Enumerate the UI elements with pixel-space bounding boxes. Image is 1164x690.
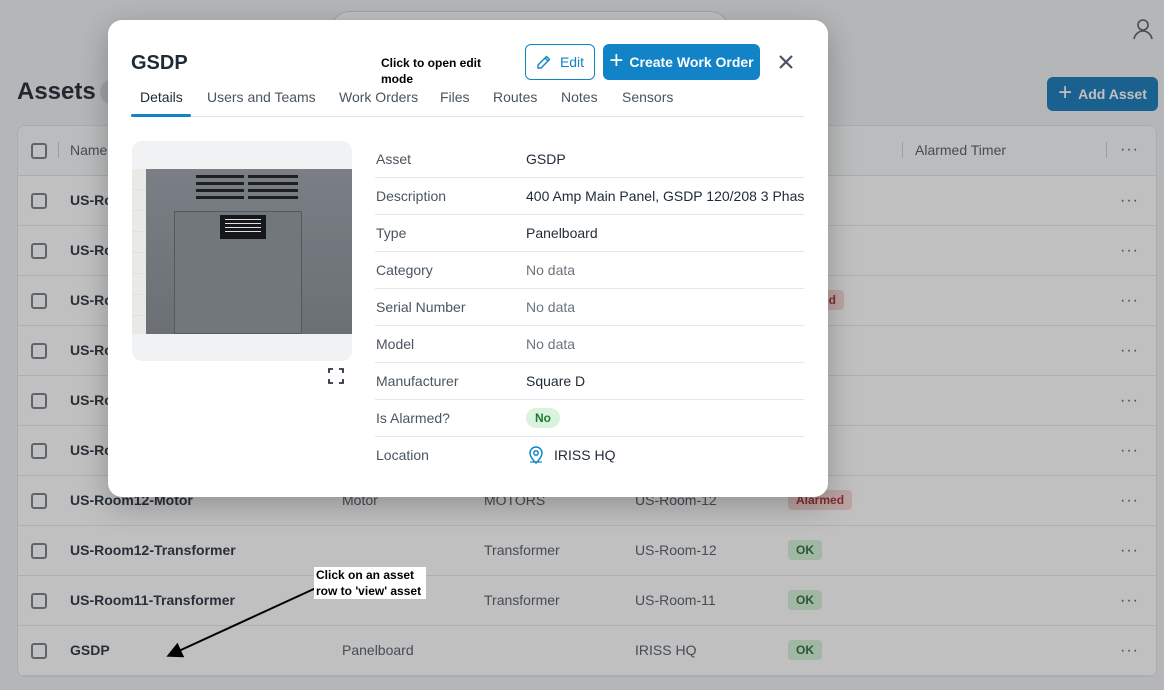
detail-value: GSDP [526,151,566,167]
close-icon [779,55,793,69]
detail-row-location: Location IRISS HQ [375,437,804,474]
plus-icon: + [609,47,624,74]
detail-label: Category [376,262,433,278]
modal-title: GSDP [131,52,188,74]
asset-image-card [132,141,352,361]
asset-photo[interactable] [132,169,352,334]
status-badge: No [526,408,560,428]
tab-sensors[interactable]: Sensors [622,89,673,105]
detail-row-description: Description 400 Amp Main Panel, GSDP 120… [375,178,804,215]
close-button[interactable] [774,50,798,74]
location-pin-icon [529,446,543,465]
row-annotation: Click on an asset row to 'view' asset [314,567,426,599]
tab-users-and-teams[interactable]: Users and Teams [207,89,316,105]
asset-detail-modal: GSDP Edit + Create Work Order Details Us… [108,20,828,497]
edit-label: Edit [559,54,585,70]
detail-value: Square D [526,373,586,389]
detail-label: Model [376,336,415,352]
modal-tabs: Details Users and Teams Work Orders File… [131,88,804,117]
detail-label: Type [376,225,407,241]
detail-label: Serial Number [376,299,466,315]
photo-vent [196,189,244,192]
location-text: IRISS HQ [554,447,616,463]
tab-work-orders[interactable]: Work Orders [339,89,418,105]
detail-row-is-alarmed: Is Alarmed? No [375,400,804,437]
photo-warning-label [220,215,266,239]
location-value[interactable]: IRISS HQ [526,445,615,465]
detail-label: Is Alarmed? [376,410,450,426]
edit-button[interactable]: Edit [525,44,595,80]
photo-vent [196,196,244,199]
photo-vent [196,175,244,178]
detail-label: Location [376,447,429,463]
active-tab-indicator [131,114,191,117]
photo-vent [196,182,244,185]
detail-row-category: Category No data [375,252,804,289]
detail-row-type: Type Panelboard [375,215,804,252]
detail-row-asset: Asset GSDP [375,141,804,178]
tab-files[interactable]: Files [440,89,470,105]
pencil-icon [537,55,551,69]
detail-value: No data [526,299,576,315]
detail-label: Description [376,188,447,204]
tab-routes[interactable]: Routes [493,89,537,105]
detail-row-serial-number: Serial Number No data [375,289,804,326]
detail-value: No data [526,262,576,278]
edit-annotation: Click to open edit mode [379,55,489,87]
create-work-order-label: Create Work Order [629,54,754,70]
photo-vent [248,182,298,185]
detail-value: No data [526,336,576,352]
expand-icon[interactable] [328,368,344,384]
photo-vent [248,189,298,192]
detail-value: Panelboard [526,225,598,241]
photo-vent [248,196,298,199]
detail-value: 400 Amp Main Panel, GSDP 120/208 3 Phase [526,188,804,204]
detail-label: Asset [376,151,412,167]
detail-row-model: Model No data [375,326,804,363]
photo-wall [132,169,146,334]
tab-details[interactable]: Details [140,89,183,105]
tab-notes[interactable]: Notes [561,89,598,105]
photo-vent [248,175,298,178]
create-work-order-button[interactable]: + Create Work Order [603,44,760,80]
detail-label: Manufacturer [376,373,459,389]
detail-row-manufacturer: Manufacturer Square D [375,363,804,400]
